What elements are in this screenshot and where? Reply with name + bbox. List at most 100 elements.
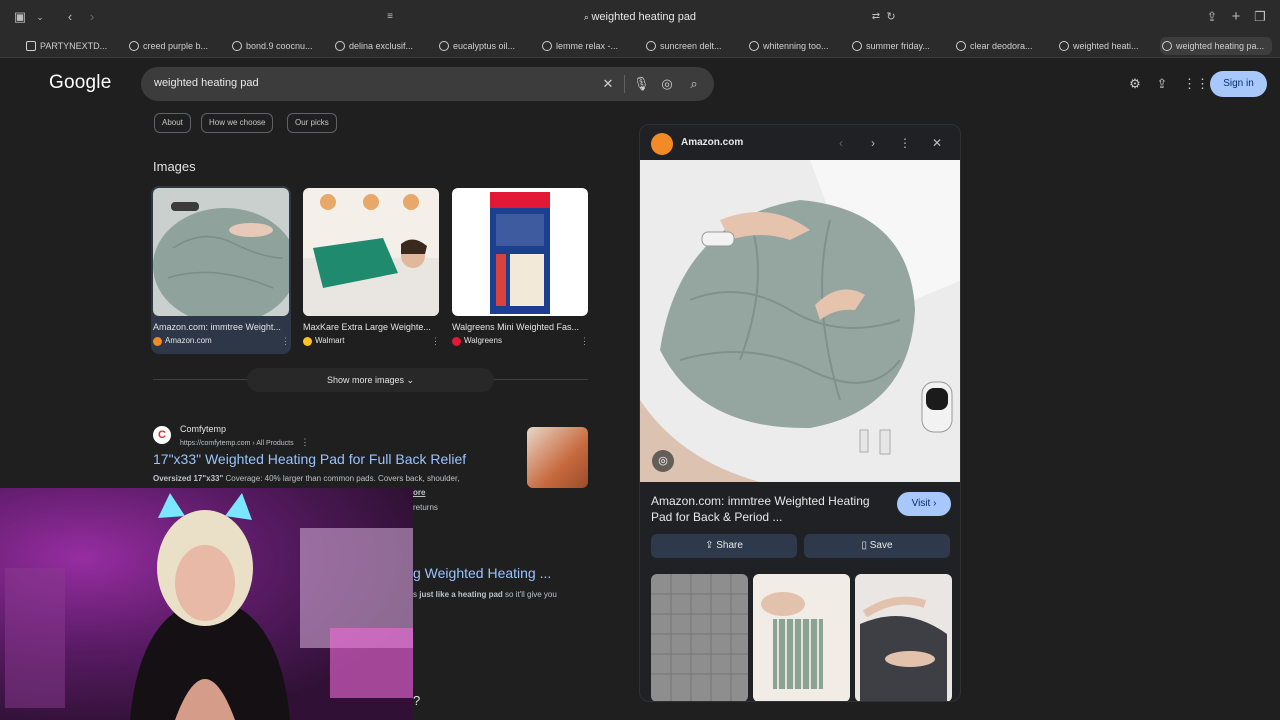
save-label: Save [869, 540, 893, 551]
tab[interactable]: PARTYNEXTD... [24, 37, 122, 55]
panel-source[interactable]: Amazon.com [681, 137, 743, 148]
visit-button[interactable]: Visit › [897, 492, 951, 516]
back-icon[interactable]: ‹ [60, 8, 80, 26]
sign-in-button[interactable]: Sign in [1210, 71, 1267, 97]
tab[interactable]: weighted heati... [1057, 37, 1155, 55]
share-icon: ⇪ [705, 540, 714, 551]
chip-how-we-choose[interactable]: How we choose [201, 113, 274, 133]
image-thumbnail[interactable] [452, 188, 588, 316]
tab-label: whitenning too... [763, 41, 829, 51]
tab-label: weighted heati... [1073, 41, 1139, 51]
address-text: weighted heating pad [591, 11, 697, 23]
chip-about[interactable]: About [154, 113, 191, 133]
tab[interactable]: clear deodora... [954, 37, 1052, 55]
result-url-text: https://comfytemp.com › All Products [180, 440, 294, 447]
clear-icon[interactable]: ✕ [600, 76, 616, 92]
source-favicon-icon [452, 337, 461, 346]
search-box[interactable]: weighted heating pad ✕ 🎙︎ ◎ ⌕ [141, 67, 714, 101]
tab[interactable]: summer friday... [850, 37, 948, 55]
image-caption[interactable]: Amazon.com: immtree Weight... [153, 322, 289, 332]
tab-label: bond.9 coocnu... [246, 41, 313, 51]
result-title-link[interactable]: 17"x33" Weighted Heating Pad for Full Ba… [153, 451, 466, 467]
tab[interactable]: eucalyptus oil... [437, 37, 535, 55]
tab-label: eucalyptus oil... [453, 41, 516, 51]
google-favicon-icon [956, 41, 966, 51]
apps-grid-icon[interactable]: ⋮⋮ [1183, 76, 1209, 92]
save-button[interactable]: ▯ Save [804, 534, 950, 558]
show-more-images-button[interactable]: Show more images ⌄ [247, 368, 494, 392]
more-options-icon[interactable]: ⋮ [897, 135, 913, 151]
result-snippet: s just like a heating pad so it'll give … [413, 590, 557, 599]
related-image[interactable] [855, 574, 952, 701]
read-more-link[interactable]: ore [413, 488, 425, 497]
webcam-overlay [0, 488, 413, 720]
faq-question[interactable]: ? [413, 693, 420, 708]
tab-active[interactable]: weighted heating pa... [1160, 37, 1272, 55]
image-thumbnail[interactable] [303, 188, 439, 316]
result-thumbnail[interactable] [527, 427, 588, 488]
share-icon[interactable]: ⇪ [1202, 8, 1222, 26]
result-returns-text: returns [413, 503, 438, 512]
google-favicon-icon [646, 41, 656, 51]
image-result-card[interactable]: MaxKare Extra Large Weighte... Walmart ⋮ [301, 186, 441, 354]
chevron-down-icon[interactable]: ⌄ [30, 8, 50, 26]
tab[interactable]: lemme relax -... [540, 37, 638, 55]
comfytemp-favicon-icon: C [153, 426, 171, 444]
image-preview-panel: Amazon.com ‹ › ⋮ ✕ ◎ Amazon.com: immtree… [639, 124, 961, 702]
lens-search-icon[interactable]: ◎ [652, 450, 674, 472]
related-image[interactable] [753, 574, 850, 701]
result-site-name[interactable]: Comfytemp [180, 424, 226, 434]
image-thumbnail[interactable] [153, 188, 289, 316]
chip-our-picks[interactable]: Our picks [287, 113, 337, 133]
source-favicon-icon [303, 337, 312, 346]
lens-icon[interactable]: ◎ [659, 76, 675, 92]
tab-overview-icon[interactable]: ❐ [1250, 8, 1270, 26]
image-result-card[interactable]: Walgreens Mini Weighted Fas... Walgreens… [450, 186, 590, 354]
preview-image[interactable]: ◎ [640, 160, 960, 482]
image-result-card[interactable]: Amazon.com: immtree Weight... Amazon.com… [151, 186, 291, 354]
share-button[interactable]: ⇪ Share [651, 534, 797, 558]
tab[interactable]: suncreen delt... [644, 37, 742, 55]
image-source: Amazon.com [165, 336, 212, 345]
search-input[interactable]: weighted heating pad [154, 77, 259, 89]
image-caption[interactable]: MaxKare Extra Large Weighte... [303, 322, 439, 332]
forward-icon[interactable]: › [82, 8, 102, 26]
result-title-link[interactable]: g Weighted Heating ... [413, 565, 551, 581]
more-options-icon[interactable]: ⋮ [580, 336, 589, 347]
next-icon[interactable]: › [865, 135, 881, 151]
tab[interactable]: creed purple b... [127, 37, 225, 55]
reload-icon[interactable]: ↻ [881, 8, 901, 26]
panel-title[interactable]: Amazon.com: immtree Weighted Heating Pad… [651, 493, 886, 525]
more-options-icon[interactable]: ⋮ [281, 336, 290, 347]
snippet-text: Coverage: 40% larger than common pads. C… [223, 474, 460, 483]
tab-label: PARTYNEXTD... [40, 41, 108, 51]
sidebar-toggle-icon[interactable]: ▣ [10, 8, 30, 26]
google-logo[interactable]: Google [49, 72, 111, 94]
settings-gear-icon[interactable]: ⚙ [1127, 76, 1143, 92]
related-image[interactable] [651, 574, 748, 701]
search-icon[interactable]: ⌕ [686, 76, 702, 92]
bookmark-icon: ▯ [861, 540, 867, 551]
image-caption[interactable]: Walgreens Mini Weighted Fas... [452, 322, 588, 332]
address-bar[interactable]: ⌕ weighted heating pad [380, 6, 900, 28]
new-tab-icon[interactable]: + [1226, 8, 1246, 26]
google-favicon-icon [852, 41, 862, 51]
share-icon[interactable]: ⇪ [1154, 76, 1170, 92]
previous-icon[interactable]: ‹ [833, 135, 849, 151]
close-icon[interactable]: ✕ [929, 135, 945, 151]
google-favicon-icon [129, 41, 139, 51]
more-options-icon[interactable]: ⋮ [296, 437, 310, 447]
tab[interactable]: whitenning too... [747, 37, 845, 55]
tab[interactable]: delina exclusif... [333, 37, 431, 55]
microphone-icon[interactable]: 🎙︎ [633, 76, 650, 92]
tab-label: creed purple b... [143, 41, 209, 51]
browser-toolbar: ▣ ⌄ ‹ › ≡ ⌕ weighted heating pad ⇄ ↻ ⇪ +… [0, 0, 1280, 34]
more-options-icon[interactable]: ⋮ [431, 336, 440, 347]
tab[interactable]: bond.9 coocnu... [230, 37, 328, 55]
result-url[interactable]: https://comfytemp.com › All Products ⋮ [180, 437, 310, 448]
tab-label: weighted heating pa... [1176, 41, 1265, 51]
tab-label: clear deodora... [970, 41, 1033, 51]
visit-label: Visit [911, 498, 931, 509]
source-favicon-icon [153, 337, 162, 346]
show-more-label: Show more images [326, 375, 404, 385]
